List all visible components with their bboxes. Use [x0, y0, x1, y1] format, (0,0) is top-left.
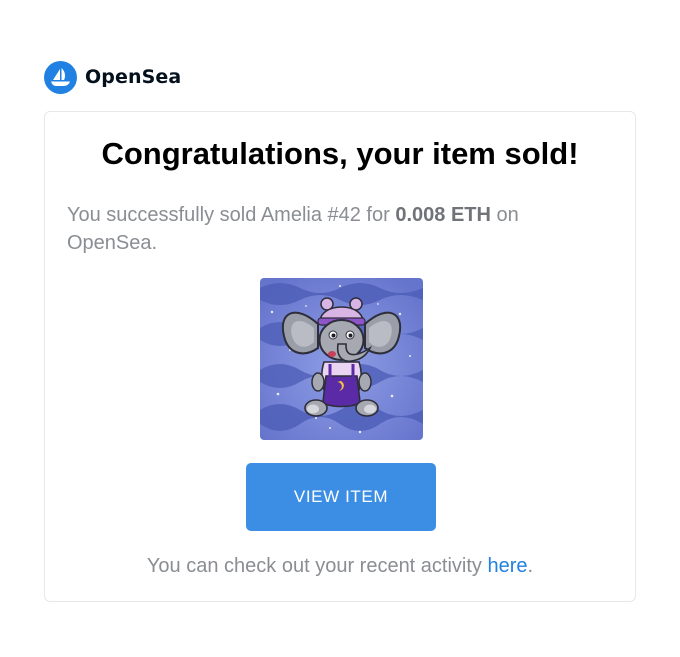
sale-message: You successfully sold Amelia #42 for 0.0… — [67, 201, 597, 257]
email-title: Congratulations, your item sold! — [101, 136, 579, 171]
nft-image[interactable] — [260, 278, 423, 440]
sale-notification-card: Congratulations, your item sold! You suc… — [44, 111, 636, 602]
recent-activity-link[interactable]: here — [487, 555, 527, 577]
footer-suffix: . — [527, 555, 534, 577]
message-prefix: You successfully sold Amelia #42 for — [67, 204, 396, 226]
brand-name: OpenSea — [85, 66, 182, 88]
opensea-logo-icon — [44, 60, 77, 94]
recent-activity-text: You can check out your recent activity h… — [45, 555, 635, 578]
sale-price: 0.008 ETH — [395, 204, 491, 226]
email-page: OpenSea Congratulations, your item sold!… — [0, 0, 680, 657]
brand-header: OpenSea — [44, 60, 181, 94]
footer-prefix: You can check out your recent activity — [146, 555, 488, 577]
view-item-button[interactable]: VIEW ITEM — [246, 463, 436, 531]
